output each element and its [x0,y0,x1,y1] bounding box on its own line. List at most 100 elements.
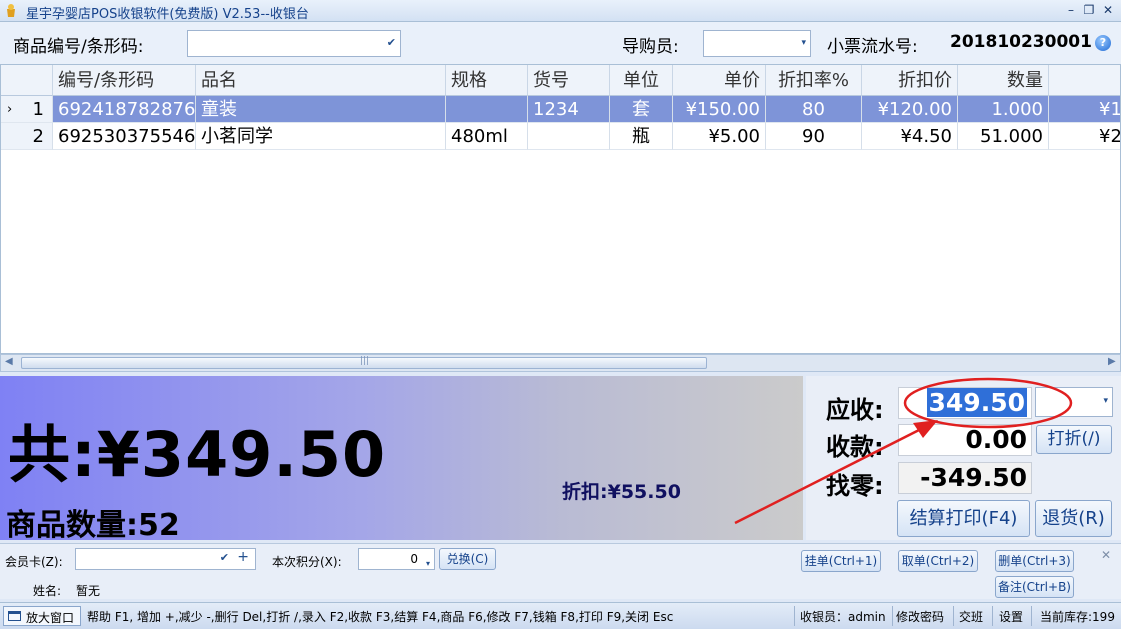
app-icon [7,4,15,17]
cell-amount[interactable]: ¥2 [1049,123,1120,150]
cell-spec[interactable] [446,96,528,123]
cell-rate[interactable]: 80 [766,96,862,123]
member-name-label: 姓名: [33,584,62,598]
change-password-link[interactable]: 修改密码 [896,608,944,625]
change-value: -349.50 [898,462,1032,494]
scroll-thumb[interactable]: ||| [21,356,707,369]
window-icon [8,611,21,621]
hold-order-button[interactable]: 挂单(Ctrl+1) [801,550,881,572]
col-disc-price[interactable]: 折扣价 [862,65,958,96]
check-icon[interactable]: ✔ [220,551,229,564]
receivable-field[interactable]: 349.50 [898,387,1032,419]
divider [892,606,893,626]
col-item-no[interactable]: 货号 [528,65,610,96]
cell-qty[interactable]: 51.000 [958,123,1049,150]
received-label: 收款: [826,433,884,461]
chevron-down-icon[interactable]: ▾ [1103,396,1108,406]
cell-item-no[interactable] [528,123,610,150]
cell-barcode[interactable]: 6925303755461 [53,123,196,150]
receivable-value: 349.50 [926,388,1027,417]
scroll-left-icon[interactable]: ◀ [5,356,13,367]
title-bar: 星宇孕婴店POS收银软件(免费版) V2.53--收银台 – ❐ ✕ [0,0,1121,22]
delete-order-button[interactable]: 删单(Ctrl+3) [995,550,1074,572]
checkout-print-button[interactable]: 结算打印(F4) [897,500,1030,537]
window-title: 星宇孕婴店POS收银软件(免费版) V2.53--收银台 [26,7,309,22]
items-table: 编号/条形码 品名 规格 货号 单位 单价 折扣率% 折扣价 数量 › 1 692… [0,64,1121,354]
cell-unit[interactable]: 套 [610,96,673,123]
cell-item-no[interactable]: 1234 [528,96,610,123]
member-card-input[interactable]: ✔ + [75,548,256,570]
cell-price[interactable]: ¥5.00 [673,123,766,150]
col-rate[interactable]: 折扣率% [766,65,862,96]
cell-rate[interactable]: 90 [766,123,862,150]
receipt-label: 小票流水号: [827,37,918,57]
points-value: 0 [410,552,418,566]
restore-icon[interactable]: ❐ [1080,2,1098,18]
cell-disc-price[interactable]: ¥4.50 [862,123,958,150]
chevron-down-icon[interactable]: ▾ [426,554,430,574]
payment-panel: 应收: 349.50 ▾ 收款: 0.00 打折(/) 找零: -349.50 … [806,376,1121,540]
member-name-value: 暂无 [76,584,101,598]
note-button[interactable]: 备注(Ctrl+B) [995,576,1074,598]
col-amount[interactable] [1049,65,1120,96]
cell-name[interactable]: 童装 [196,96,446,123]
barcode-label: 商品编号/条形码: [13,37,144,57]
shift-link[interactable]: 交班 [959,608,983,625]
cashier-info: 收银员：admin [800,610,886,624]
chevron-down-icon[interactable]: ✔ [387,36,396,49]
settings-link[interactable]: 设置 [999,608,1023,625]
row-indicator: › 1 [1,96,53,123]
col-barcode[interactable]: 编号/条形码 [53,65,196,96]
total-panel: 共:¥349.50 折扣:¥55.50 商品数量:52 [0,376,803,543]
cell-barcode[interactable]: 6924187828760 [53,96,196,123]
received-input[interactable]: 0.00 [898,424,1032,456]
shortcut-help: 帮助 F1, 增加 +,减少 -,删行 Del,打折 /,录入 F2,收款 F3… [87,610,674,624]
divider [953,606,954,626]
points-label: 本次积分(X): [272,555,342,569]
barcode-input[interactable]: ✔ [187,30,401,57]
discount-button[interactable]: 打折(/) [1036,425,1112,454]
status-bar: 放大窗口 帮助 F1, 增加 +,减少 -,删行 Del,打折 /,录入 F2,… [0,602,1121,629]
change-label: 找零: [826,472,884,500]
cell-name[interactable]: 小茗同学 [196,123,446,150]
member-bar: 会员卡(Z): ✔ + 本次积分(X): 0 ▾ 兑换(C) 姓名: 暂无 挂单… [0,543,1121,599]
col-qty[interactable]: 数量 [958,65,1049,96]
divider [1031,606,1032,626]
divider [794,606,795,626]
col-unit[interactable]: 单位 [610,65,673,96]
maximize-label: 放大窗口 [26,611,75,625]
receivable-label: 应收: [826,396,884,424]
search-toolbar: 商品编号/条形码: ✔ 导购员: ▾ 小票流水号: 201810230001 [0,22,1121,64]
cell-unit[interactable]: 瓶 [610,123,673,150]
cell-amount[interactable]: ¥1 [1049,96,1120,123]
cell-disc-price[interactable]: ¥120.00 [862,96,958,123]
stock-info: 当前库存:199 [1040,610,1115,624]
row-number: 2 [32,126,44,147]
row-number: 1 [32,99,44,120]
fetch-order-button[interactable]: 取单(Ctrl+2) [898,550,978,572]
grip-icon: ||| [360,356,370,366]
add-icon[interactable]: + [237,549,249,565]
col-name[interactable]: 品名 [196,65,446,96]
close-icon[interactable]: ✕ [1101,548,1111,562]
maximize-window-button[interactable]: 放大窗口 [3,606,81,626]
guide-select[interactable]: ▾ [703,30,811,57]
help-icon[interactable]: ? [1095,35,1111,51]
scroll-right-icon[interactable]: ▶ [1108,356,1116,367]
exchange-button[interactable]: 兑换(C) [439,548,496,570]
divider [992,606,993,626]
return-button[interactable]: 退货(R) [1035,500,1112,537]
col-price[interactable]: 单价 [673,65,766,96]
points-select[interactable]: 0 ▾ [358,548,435,570]
payment-type-select[interactable]: ▾ [1035,387,1113,417]
cell-qty[interactable]: 1.000 [958,96,1049,123]
chevron-down-icon[interactable]: ▾ [801,38,806,48]
col-spec[interactable]: 规格 [446,65,528,96]
guide-label: 导购员: [622,37,679,57]
cell-price[interactable]: ¥150.00 [673,96,766,123]
minimize-icon[interactable]: – [1062,2,1080,18]
close-icon[interactable]: ✕ [1099,2,1117,18]
current-row-icon: › [7,102,13,117]
horizontal-scrollbar[interactable]: ◀ ||| ▶ [0,354,1121,372]
cell-spec[interactable]: 480ml [446,123,528,150]
